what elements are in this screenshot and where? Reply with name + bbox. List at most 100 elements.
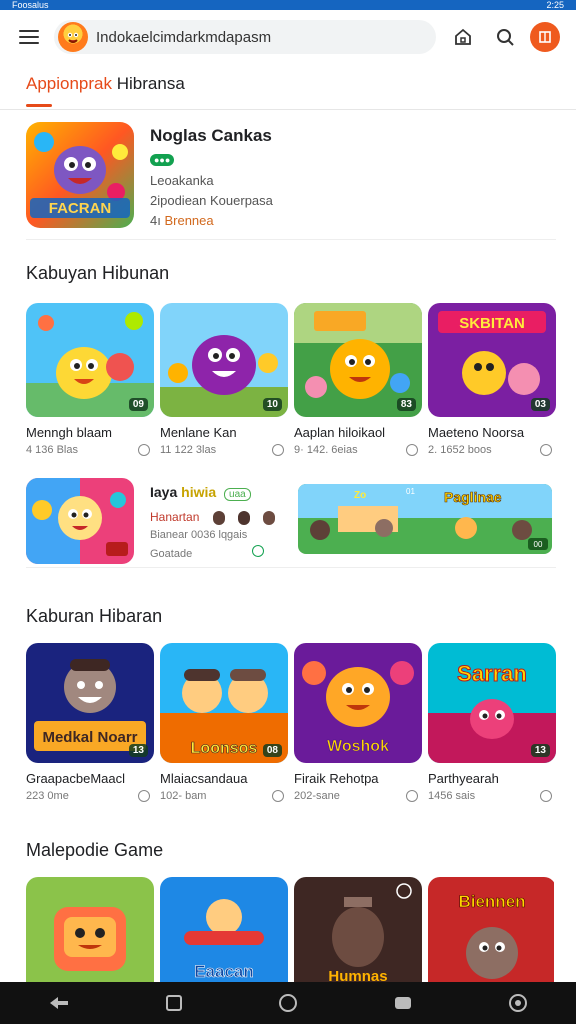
- game-card[interactable]: Humnas: [294, 877, 422, 982]
- game-thumbnail[interactable]: Eaacan: [160, 877, 288, 982]
- search-bar[interactable]: [54, 20, 436, 54]
- download-icon[interactable]: [272, 444, 284, 456]
- promo-chip: uaa: [224, 488, 251, 501]
- card-tag: 13: [530, 744, 550, 757]
- promo-line-1: Bianear 0036 lqgais: [150, 528, 248, 541]
- overview-icon[interactable]: [393, 994, 413, 1012]
- game-thumbnail[interactable]: Loonsos 08: [160, 643, 288, 763]
- search-input[interactable]: [96, 28, 416, 46]
- game-card[interactable]: Loonsos 08 Mlaiacsandaua 102- bam: [160, 643, 288, 802]
- download-icon[interactable]: [138, 790, 150, 802]
- featured-app[interactable]: FACRAN Noglas Cankas ●●● Leoakanka 2ipod…: [26, 122, 556, 240]
- game-thumbnail[interactable]: 09: [26, 303, 154, 417]
- game-card[interactable]: 09 Menngh blaam 4 136 Blas: [26, 303, 154, 456]
- card-title: Maeteno Noorsa: [428, 425, 525, 440]
- card-tag: 10: [262, 398, 282, 411]
- featured-thumbnail[interactable]: FACRAN: [26, 122, 134, 228]
- game-thumbnail[interactable]: Woshok: [294, 643, 422, 763]
- card-meta-text: 2. 1652 boos: [428, 444, 492, 456]
- card-title: Parthyearah: [428, 771, 499, 786]
- game-card[interactable]: [26, 877, 154, 982]
- download-icon[interactable]: [540, 444, 552, 456]
- card-meta-text: 223 0me: [26, 790, 69, 802]
- promo-subtitle: Hanartan: [150, 510, 290, 525]
- recents-icon[interactable]: [165, 994, 183, 1012]
- game-card[interactable]: SKBITAN 03 Maeteno Noorsa 2. 1652 boos: [428, 303, 556, 456]
- card-title: Aaplan hiloikaol: [294, 425, 386, 440]
- promo-row[interactable]: Iaya hiwia uaa Hanartan Bianear 0036 lqg…: [26, 478, 556, 568]
- download-icon[interactable]: [272, 790, 284, 802]
- download-icon[interactable]: [252, 544, 265, 557]
- game-thumbnail[interactable]: [26, 877, 154, 982]
- promo-title-b: hiwia: [181, 484, 217, 500]
- featured-line-2: 2ipodiean Kouerpasa: [150, 193, 273, 208]
- top-bar: [0, 10, 576, 64]
- game-card[interactable]: Eaacan: [160, 877, 288, 982]
- game-card[interactable]: 83 Aaplan hiloikaol 9· 142. 6eias: [294, 303, 422, 456]
- card-tag: 03: [530, 398, 550, 411]
- card-meta: 223 0me: [26, 790, 154, 802]
- promo-line-2: Goatade: [150, 544, 290, 560]
- section-title-1: Kabuyan Hibunan: [26, 263, 170, 283]
- card-meta: 1456 sais: [428, 790, 556, 802]
- search-icon[interactable]: [490, 22, 520, 52]
- game-thumbnail[interactable]: Sarran 13: [428, 643, 556, 763]
- featured-title: Noglas Cankas: [150, 126, 272, 145]
- section-2-grid: Medkal Noarr 13 GraapacbeMaacl 223 0me L…: [26, 643, 556, 802]
- featured-line-3-value: Brennea: [164, 213, 214, 228]
- download-icon[interactable]: [540, 790, 552, 802]
- download-icon[interactable]: [406, 444, 418, 456]
- banner-left-text: Zo: [354, 490, 366, 501]
- card-art-text: Humnas: [328, 968, 387, 982]
- promo-banner[interactable]: Zo 01 Paglinae 00: [298, 484, 552, 554]
- status-left: Foosalus: [12, 0, 49, 10]
- download-icon[interactable]: [406, 790, 418, 802]
- game-card[interactable]: Sarran 13 Parthyearah 1456 sais: [428, 643, 556, 802]
- card-meta-text: 102- bam: [160, 790, 207, 802]
- profile-avatar-icon[interactable]: [530, 22, 560, 52]
- card-art-text: Biennen: [458, 892, 525, 911]
- promo-line-2-text: Goatade: [150, 547, 193, 560]
- card-meta: 102- bam: [160, 790, 288, 802]
- card-art-text: Eaacan: [194, 962, 254, 981]
- promo-thumbnail[interactable]: [26, 478, 134, 564]
- tab-bar: Appionprak Hibransa: [0, 64, 576, 110]
- game-thumbnail[interactable]: Humnas: [294, 877, 422, 982]
- game-thumbnail[interactable]: 10: [160, 303, 288, 417]
- app-logo-icon: [58, 22, 88, 52]
- game-thumbnail[interactable]: Medkal Noarr 13: [26, 643, 154, 763]
- card-title: GraapacbeMaacl: [26, 771, 125, 786]
- banner-right-text: Paglinae: [444, 489, 502, 505]
- card-meta: 2. 1652 boos: [428, 444, 556, 456]
- game-card[interactable]: Woshok Firaik Rehotpa 202-sane: [294, 643, 422, 802]
- game-card[interactable]: 10 Menlane Kan 11 122 3las: [160, 303, 288, 456]
- card-meta-text: 4 136 Blas: [26, 444, 78, 456]
- card-title: Firaik Rehotpa: [294, 771, 379, 786]
- home-icon[interactable]: [448, 22, 478, 52]
- status-bar: Foosalus 2:25: [0, 0, 576, 10]
- section-1-grid: 09 Menngh blaam 4 136 Blas 10 Menlane Ka…: [26, 303, 556, 456]
- banner-mid-text: 01: [406, 487, 415, 496]
- featured-badge: ●●●: [150, 154, 175, 166]
- card-title: Menlane Kan: [160, 425, 237, 440]
- download-icon[interactable]: [138, 444, 150, 456]
- featured-line-3: 4ı Brennea: [150, 213, 273, 228]
- system-nav-bar: [0, 982, 576, 1024]
- card-art-text: Loonsos: [191, 740, 258, 757]
- back-icon[interactable]: [48, 994, 70, 1012]
- card-meta: 9· 142. 6eias: [294, 444, 422, 456]
- game-thumbnail[interactable]: Biennen: [428, 877, 554, 982]
- assistant-icon[interactable]: [508, 993, 528, 1013]
- avatar: [212, 510, 225, 525]
- game-card[interactable]: Medkal Noarr 13 GraapacbeMaacl 223 0me: [26, 643, 154, 802]
- card-tag: 83: [396, 398, 416, 411]
- card-title: Menngh blaam: [26, 425, 112, 440]
- game-thumbnail[interactable]: 83: [294, 303, 422, 417]
- game-card[interactable]: Biennen: [428, 877, 554, 982]
- svg-text:FACRAN: FACRAN: [49, 200, 112, 217]
- card-art-text: Sarran: [457, 661, 527, 686]
- game-thumbnail[interactable]: SKBITAN 03: [428, 303, 556, 417]
- promo-subtitle-text: Hanartan: [150, 510, 200, 524]
- menu-icon[interactable]: [14, 22, 44, 52]
- home-nav-icon[interactable]: [278, 993, 298, 1013]
